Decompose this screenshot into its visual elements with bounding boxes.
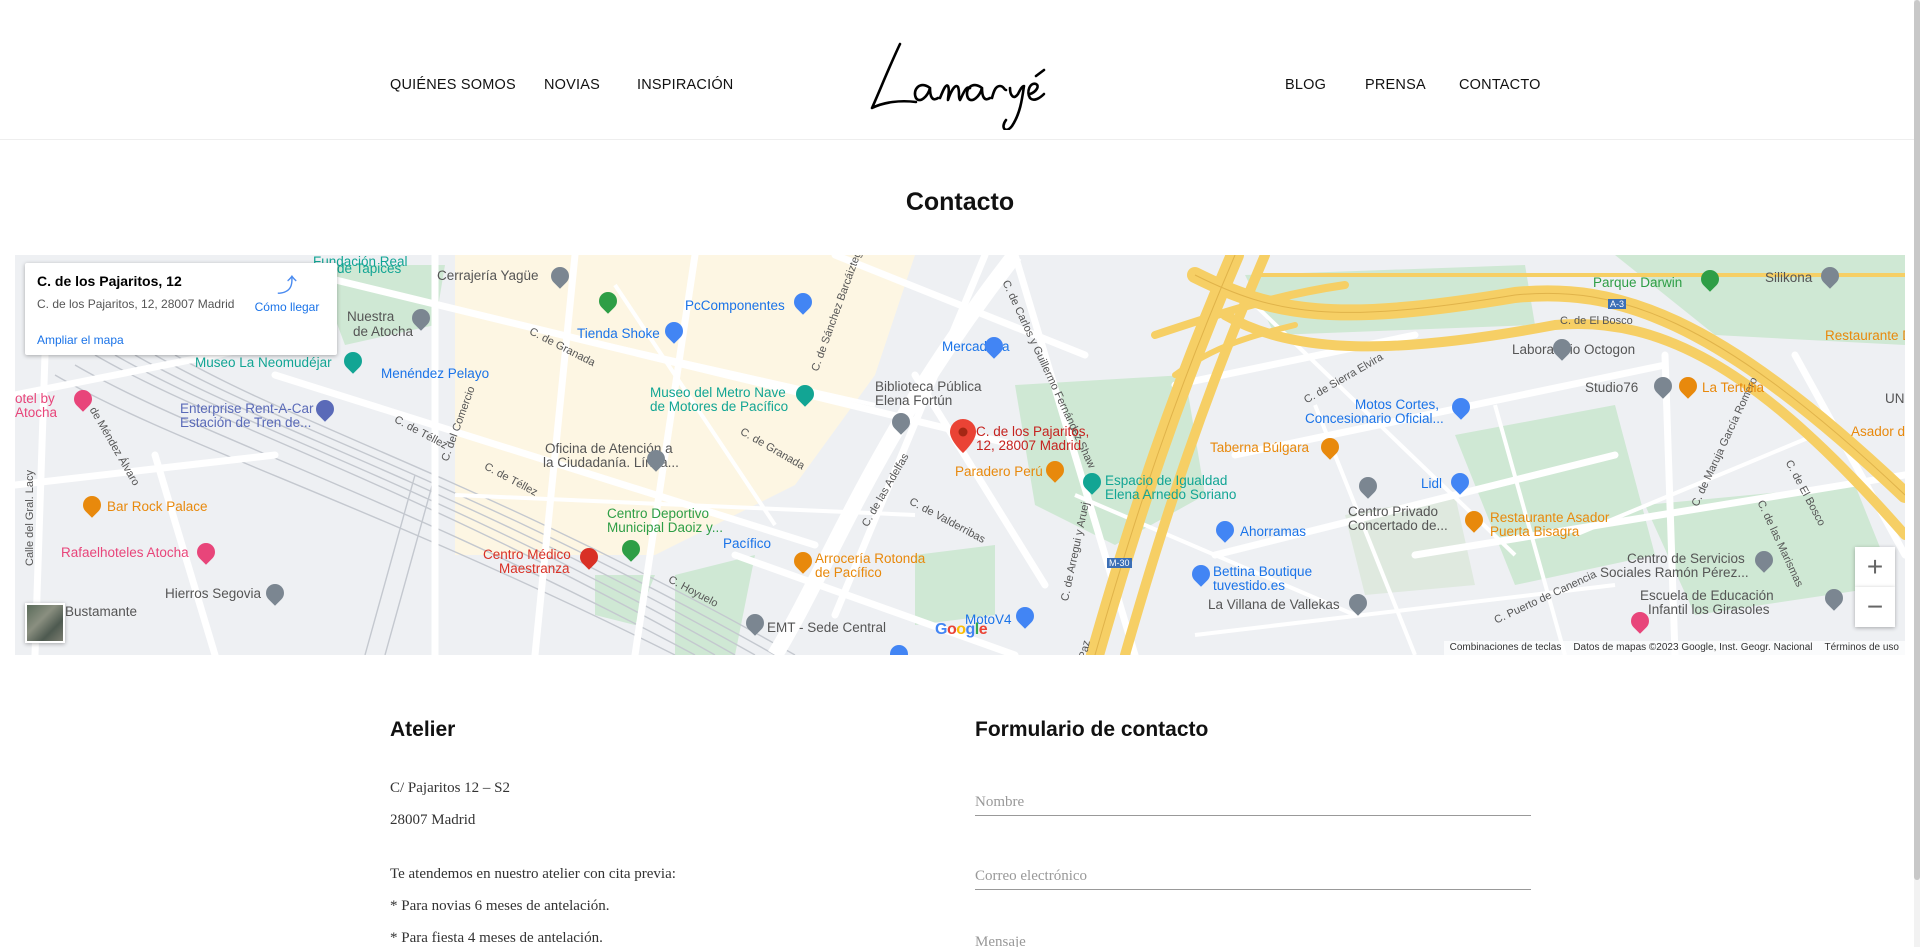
poi-label[interactable]: Bar Rock Palace xyxy=(107,500,208,514)
nav-novias[interactable]: NOVIAS xyxy=(544,77,600,93)
poi-label[interactable]: PcComponentes xyxy=(685,299,785,313)
poi-label[interactable]: Motos Cortes, xyxy=(1355,398,1439,412)
poi-label[interactable]: Ahorramas xyxy=(1240,525,1306,539)
location-marker-icon[interactable] xyxy=(950,419,976,453)
road-shield-a3: A-3 xyxy=(1608,299,1627,309)
poi-label[interactable]: Municipal Daoiz y... xyxy=(607,521,723,535)
poi-label[interactable]: Espacio de Igualdad xyxy=(1105,474,1227,488)
poi-label[interactable]: Cerrajería Yagüe xyxy=(437,269,539,283)
poi-label[interactable]: Museo del Metro Nave xyxy=(650,386,786,400)
keyboard-shortcuts-link[interactable]: Combinaciones de teclas xyxy=(1450,642,1562,654)
street-label: Calle del Gral. Lacy xyxy=(24,470,36,566)
page-scrollbar[interactable] xyxy=(1914,0,1920,947)
poi-label[interactable]: Centro Privado xyxy=(1348,505,1438,519)
zoom-out-button[interactable]: − xyxy=(1855,587,1895,627)
poi-label[interactable]: de Tapices xyxy=(337,262,401,276)
poi-label[interactable]: Centro de Servicios xyxy=(1627,552,1745,566)
poi-label[interactable]: EMT - Sede Central xyxy=(767,621,886,635)
poi-label[interactable]: de Atocha xyxy=(353,325,413,339)
poi-label[interactable]: Sociales Ramón Pérez... xyxy=(1600,566,1749,580)
poi-label[interactable]: Elena Arnedo Soriano xyxy=(1105,488,1236,502)
poi-label[interactable]: Puerta Bisagra xyxy=(1490,525,1579,539)
poi-label[interactable]: Studio76 xyxy=(1585,381,1638,395)
map-info-card: C. de los Pajaritos, 12 C. de los Pajari… xyxy=(25,263,337,355)
enlarge-map-link[interactable]: Ampliar el mapa xyxy=(37,333,124,347)
google-map[interactable]: C. de Granada C. de Granada C. de Téllez… xyxy=(15,255,1905,655)
poi-label[interactable]: Restaurante Asador xyxy=(1490,511,1609,525)
satellite-toggle-button[interactable] xyxy=(25,603,65,643)
poi-label[interactable]: Museo La Neomudéjar xyxy=(195,356,332,370)
poi-label[interactable]: Biblioteca Pública xyxy=(875,380,982,394)
poi-label[interactable]: Tienda Shoke xyxy=(577,327,660,341)
site-logo[interactable] xyxy=(860,30,1060,132)
poi-label[interactable]: Menéndez Pelayo xyxy=(381,367,489,381)
poi-label[interactable]: otel by xyxy=(15,392,55,406)
poi-label[interactable]: Restaurante Dc xyxy=(1825,329,1905,343)
poi-label[interactable]: de Pacífico xyxy=(815,566,882,580)
marker-label: C. de los Pajaritos, 12, 28007 Madrid xyxy=(976,424,1090,453)
atelier-title: Atelier xyxy=(390,718,456,741)
poi-label[interactable]: Bustamante xyxy=(65,605,137,619)
email-field[interactable] xyxy=(975,854,1531,890)
poi-label[interactable]: Estación de Tren de... xyxy=(180,416,311,430)
page-title: Contacto xyxy=(905,188,1015,216)
atelier-address-line1: C/ Pajaritos 12 – S2 xyxy=(390,780,511,796)
nav-blog[interactable]: BLOG xyxy=(1285,77,1326,93)
poi-label[interactable]: Silikona xyxy=(1765,271,1812,285)
directions-button[interactable]: ⤴ Cómo llegar xyxy=(247,275,327,314)
poi-label[interactable]: Rafaelhoteles Atocha xyxy=(61,546,189,560)
poi-label[interactable]: Pacífico xyxy=(723,537,771,551)
zoom-in-button[interactable]: + xyxy=(1855,547,1895,587)
poi-label[interactable]: Hierros Segovia xyxy=(165,587,261,601)
road-shield-m30: M-30 xyxy=(1107,558,1132,568)
nav-quienes-somos[interactable]: QUIÉNES SOMOS xyxy=(390,77,516,93)
terms-link[interactable]: Términos de uso xyxy=(1825,642,1899,654)
poi-label[interactable]: La Tertulia xyxy=(1702,381,1764,395)
atelier-note: Te atendemos en nuestro atelier con cita… xyxy=(390,866,676,882)
poi-label[interactable]: Parque Darwin xyxy=(1593,276,1682,290)
nav-inspiracion[interactable]: INSPIRACIÓN xyxy=(637,77,733,93)
poi-label[interactable]: Paradero Perú xyxy=(955,465,1043,479)
poi-label[interactable]: Concertado de... xyxy=(1348,519,1448,533)
google-logo: Google xyxy=(935,621,988,638)
atelier-note-party: * Para fiesta 4 meses de antelación. xyxy=(390,930,603,946)
poi-label[interactable]: Arrocería Rotonda xyxy=(815,552,925,566)
poi-label[interactable]: Elena Fortún xyxy=(875,394,952,408)
message-field[interactable] xyxy=(975,928,1531,947)
map-footer: Combinaciones de teclas Datos de mapas ©… xyxy=(1443,641,1905,655)
poi-label[interactable]: Centro Deportivo xyxy=(607,507,709,521)
poi-label[interactable]: Maestranza xyxy=(499,562,570,576)
poi-label[interactable]: Taberna Búlgara xyxy=(1210,441,1309,455)
street-label: C. de El Bosco xyxy=(1560,315,1633,327)
poi-label[interactable]: Concesionario Oficial... xyxy=(1305,412,1444,426)
poi-label[interactable]: Asador de xyxy=(1851,425,1905,439)
poi-label[interactable]: Infantil los Girasoles xyxy=(1648,603,1770,617)
nav-prensa[interactable]: PRENSA xyxy=(1365,77,1426,93)
name-field[interactable] xyxy=(975,780,1531,816)
poi-label[interactable]: Enterprise Rent-A-Car xyxy=(180,402,314,416)
contact-form-title: Formulario de contacto xyxy=(975,718,1209,741)
atelier-address-line2: 28007 Madrid xyxy=(390,812,476,828)
scrollbar-thumb[interactable] xyxy=(1914,0,1920,880)
poi-label[interactable]: La Villana de Vallekas xyxy=(1208,598,1340,612)
poi-label[interactable]: Nuestra xyxy=(347,310,394,324)
poi-label[interactable]: UN xyxy=(1885,392,1905,406)
poi-label[interactable]: Centro Médico xyxy=(483,548,571,562)
poi-label[interactable]: tuvestido.es xyxy=(1213,579,1285,593)
poi-label[interactable]: Escuela de Educación xyxy=(1640,589,1774,603)
poi-label[interactable]: de Motores de Pacífico xyxy=(650,400,788,414)
directions-icon: ⤴ xyxy=(277,275,297,297)
poi-label[interactable]: Bettina Boutique xyxy=(1213,565,1312,579)
street-label: Paz xyxy=(1077,639,1093,655)
poi-label[interactable]: Laboratorio Octogon xyxy=(1512,343,1635,357)
poi-label[interactable]: Lidl xyxy=(1421,477,1442,491)
atelier-note-brides: * Para novias 6 meses de antelación. xyxy=(390,898,610,914)
nav-contacto[interactable]: CONTACTO xyxy=(1459,77,1541,93)
map-data-attribution: Datos de mapas ©2023 Google, Inst. Geogr… xyxy=(1573,642,1813,653)
poi-label[interactable]: Atocha xyxy=(15,406,57,420)
site-header: QUIÉNES SOMOS NOVIAS INSPIRACIÓN BLOG PR… xyxy=(0,0,1920,140)
directions-label: Cómo llegar xyxy=(254,300,320,314)
